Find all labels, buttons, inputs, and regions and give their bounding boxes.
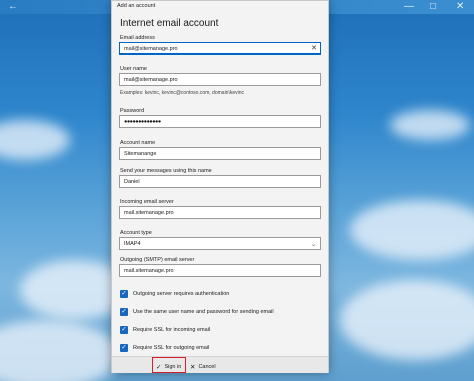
password-value: ●●●●●●●●●●●●● bbox=[124, 119, 161, 125]
email-value: mail@sitemanage.pro bbox=[124, 46, 178, 52]
username-value: mail@sitemanage.pro bbox=[124, 77, 178, 83]
add-account-dialog: Add an account Internet email account Em… bbox=[111, 0, 329, 373]
username-field[interactable]: mail@sitemanage.pro bbox=[119, 73, 321, 86]
checkbox-checked-icon[interactable]: ✓ bbox=[120, 307, 128, 316]
account-name-field[interactable]: Sitemanange bbox=[119, 147, 321, 160]
incoming-server-field[interactable]: mail.sitemanage.pro bbox=[119, 206, 321, 219]
checkbox-checked-icon[interactable]: ✓ bbox=[120, 343, 128, 352]
checkbox-label: Use the same user name and password for … bbox=[133, 308, 274, 315]
dialog-title: Add an account bbox=[117, 3, 156, 9]
checkbox-checked-icon[interactable]: ✓ bbox=[120, 289, 128, 298]
minimize-icon[interactable]: — bbox=[404, 1, 414, 13]
send-name-value: Daniel bbox=[124, 179, 140, 185]
email-label: Email address bbox=[120, 35, 155, 41]
incoming-server-value: mail.sitemanage.pro bbox=[124, 210, 174, 216]
checkbox-ssl-outgoing[interactable]: ✓ Require SSL for outgoing email bbox=[120, 343, 209, 352]
incoming-server-label: Incoming email server bbox=[120, 199, 174, 205]
outgoing-server-label: Outgoing (SMTP) email server bbox=[120, 257, 195, 263]
email-field[interactable]: mail@sitemanage.pro ✕ bbox=[119, 42, 321, 55]
password-field[interactable]: ●●●●●●●●●●●●● bbox=[119, 115, 321, 128]
checkbox-label: Outgoing server requires authentication bbox=[133, 290, 230, 297]
cancel-label: Cancel bbox=[198, 363, 216, 370]
page-title: Internet email account bbox=[120, 18, 219, 29]
back-arrow-icon[interactable]: ← bbox=[8, 1, 18, 13]
send-name-label: Send your messages using this name bbox=[120, 168, 212, 174]
send-name-field[interactable]: Daniel bbox=[119, 175, 321, 188]
maximize-icon[interactable]: □ bbox=[430, 1, 436, 13]
outgoing-server-value: mail.sitemanage.pro bbox=[124, 268, 174, 274]
checkbox-same-credentials[interactable]: ✓ Use the same user name and password fo… bbox=[120, 307, 274, 316]
cancel-icon: ✕ bbox=[190, 363, 196, 371]
checkbox-label: Require SSL for incoming email bbox=[133, 326, 211, 333]
account-type-select[interactable]: IMAP4 ⌄ bbox=[119, 237, 321, 250]
close-window-icon[interactable]: ✕ bbox=[456, 1, 464, 13]
dialog-footer: ✓ Sign in ✕ Cancel bbox=[112, 356, 328, 373]
chevron-down-icon: ⌄ bbox=[310, 242, 316, 248]
username-hint: Examples: kevinc, kevinc@contoso.com, do… bbox=[120, 90, 245, 96]
account-name-value: Sitemanange bbox=[124, 151, 157, 157]
clear-icon[interactable]: ✕ bbox=[311, 45, 317, 52]
checkbox-checked-icon[interactable]: ✓ bbox=[120, 325, 128, 334]
checkbox-outgoing-auth[interactable]: ✓ Outgoing server requires authenticatio… bbox=[120, 289, 229, 298]
sign-in-highlight-box bbox=[152, 357, 186, 373]
account-type-label: Account type bbox=[120, 230, 152, 236]
account-type-value: IMAP4 bbox=[124, 241, 141, 247]
outgoing-server-field[interactable]: mail.sitemanage.pro bbox=[119, 264, 321, 277]
account-name-label: Account name bbox=[120, 140, 156, 146]
checkbox-label: Require SSL for outgoing email bbox=[133, 344, 210, 351]
username-label: User name bbox=[120, 66, 147, 72]
checkbox-ssl-incoming[interactable]: ✓ Require SSL for incoming email bbox=[120, 325, 210, 334]
cancel-button[interactable]: ✕ Cancel bbox=[190, 361, 216, 372]
password-label: Password bbox=[120, 108, 145, 114]
